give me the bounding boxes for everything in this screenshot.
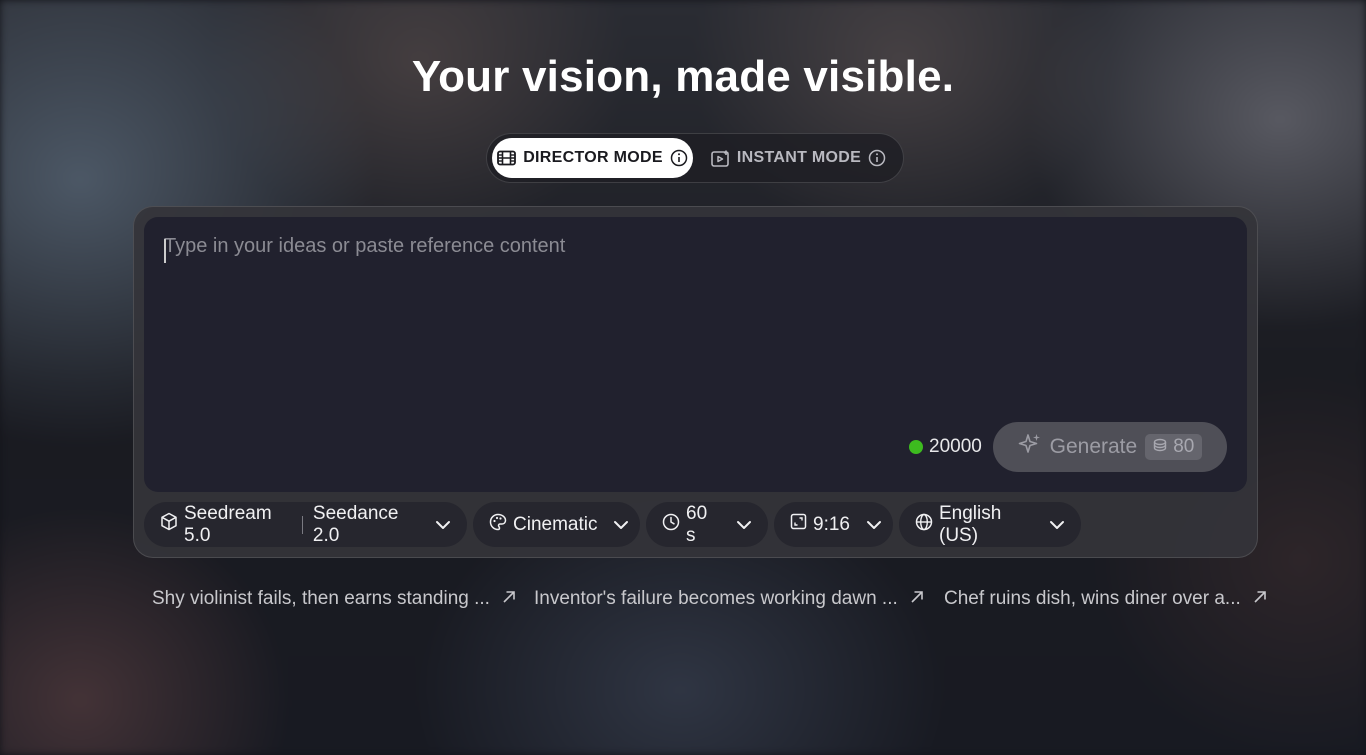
suggestion-text: Shy violinist fails, then earns standing… — [152, 588, 490, 609]
aspect-ratio-label: 9:16 — [813, 513, 850, 535]
cost-value: 80 — [1173, 436, 1195, 457]
style-label: Cinematic — [513, 513, 598, 535]
aspect-ratio-selector[interactable]: 9:16 — [774, 502, 893, 547]
chevron-down-icon — [736, 514, 752, 536]
aspect-ratio-icon — [790, 513, 807, 536]
instant-mode-button[interactable]: INSTANT MODE — [699, 138, 898, 178]
duration-selector[interactable]: 60 s — [646, 502, 768, 547]
language-label: English (US) — [939, 502, 1002, 546]
suggestion-item[interactable]: Shy violinist fails, then earns standing… — [152, 588, 516, 610]
clock-icon — [662, 513, 680, 537]
suggestion-item[interactable]: Inventor's failure becomes working dawn … — [534, 588, 924, 610]
cube-icon — [160, 512, 178, 537]
info-icon[interactable] — [868, 149, 886, 167]
model-selector[interactable]: Seedream 5.0 Seedance 2.0 — [144, 502, 467, 547]
style-selector[interactable]: Cinematic — [473, 502, 640, 547]
options-bar: Seedream 5.0 Seedance 2.0 Cinematic 60 s… — [144, 502, 1081, 547]
director-mode-label: DIRECTOR MODE — [523, 149, 663, 166]
generate-button[interactable]: Generate 80 — [993, 422, 1227, 472]
cost-badge: 80 — [1145, 434, 1203, 460]
mode-toggle: DIRECTOR MODE INSTANT MODE — [486, 133, 904, 183]
palette-icon — [489, 513, 507, 537]
director-mode-button[interactable]: DIRECTOR MODE — [492, 138, 693, 178]
page-title: Your vision, made visible. — [411, 52, 955, 101]
chevron-down-icon — [435, 514, 451, 536]
chevron-down-icon — [866, 514, 882, 536]
status-dot — [909, 440, 923, 454]
prompt-input[interactable] — [162, 235, 1224, 385]
credit-balance-value: 20000 — [929, 436, 982, 457]
credit-balance: 20000 — [909, 436, 982, 458]
sparkle-icon — [1018, 432, 1042, 462]
language-selector[interactable]: English (US) — [899, 502, 1081, 547]
image-model-label: Seedream 5.0 — [184, 502, 272, 546]
video-model-label: Seedance 2.0 — [312, 502, 399, 546]
duration-label: 60 s — [686, 502, 708, 546]
chevron-down-icon — [1049, 514, 1065, 536]
arrow-up-right-icon — [910, 588, 924, 610]
suggestion-item[interactable]: Chef ruins dish, wins diner over a... — [944, 588, 1267, 610]
prompt-panel: 20000 Generate 80 Seedr — [133, 206, 1258, 558]
globe-icon — [915, 513, 933, 537]
text-caret — [164, 239, 166, 263]
suggestion-text: Chef ruins dish, wins diner over a... — [944, 588, 1241, 609]
video-plus-icon — [711, 150, 730, 167]
arrow-up-right-icon — [1253, 588, 1267, 610]
arrow-up-right-icon — [502, 588, 516, 610]
divider — [302, 515, 303, 534]
coin-stack-icon — [1153, 436, 1167, 458]
film-icon — [497, 150, 517, 166]
suggestion-text: Inventor's failure becomes working dawn … — [534, 588, 898, 609]
instant-mode-label: INSTANT MODE — [736, 149, 862, 166]
chevron-down-icon — [613, 514, 629, 536]
generate-label: Generate — [1049, 435, 1138, 458]
prompt-area: 20000 Generate 80 — [144, 217, 1247, 492]
info-icon[interactable] — [670, 149, 688, 167]
